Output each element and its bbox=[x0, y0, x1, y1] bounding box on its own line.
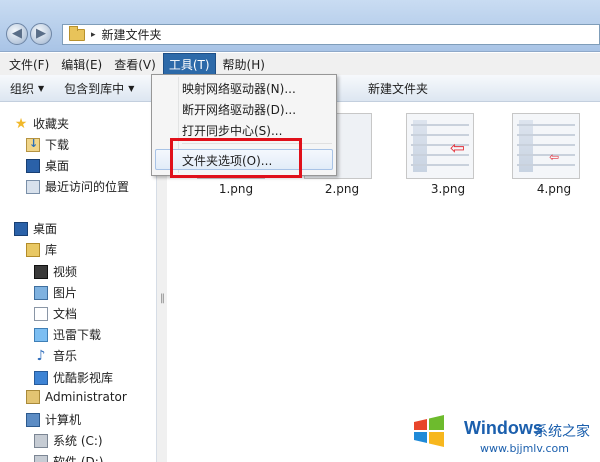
organize-button[interactable]: 组织 ▼ bbox=[0, 80, 54, 97]
new-folder-button[interactable]: 新建文件夹 bbox=[358, 80, 438, 97]
file-name-2[interactable]: 2.png bbox=[302, 182, 382, 196]
sidebar-item-desktop-fav[interactable]: 桌面 bbox=[26, 157, 69, 174]
include-library-button[interactable]: 包含到库中 ▼ bbox=[54, 80, 144, 97]
document-icon bbox=[34, 306, 48, 321]
sidebar-item-documents[interactable]: 文档 bbox=[34, 305, 77, 322]
include-library-label: 包含到库中 bbox=[64, 81, 125, 96]
thumbnail-detail bbox=[411, 164, 469, 166]
sidebar-item-label: Administrator bbox=[45, 390, 127, 404]
sidebar-item-xunlei[interactable]: 迅雷下载 bbox=[34, 326, 101, 343]
menu-item-sync-center[interactable]: 打开同步中心(S)... bbox=[182, 122, 282, 139]
download-manager-icon bbox=[34, 327, 48, 342]
sidebar-item-pictures[interactable]: 图片 bbox=[34, 284, 77, 301]
sidebar-item-label: 下载 bbox=[45, 138, 70, 152]
watermark-url: www.bjjmlv.com bbox=[480, 442, 569, 455]
forward-arrow-icon: ▶ bbox=[36, 26, 46, 41]
menu-bar: 文件(F) 编辑(E) 查看(V) 工具(T) 帮助(H) bbox=[0, 52, 600, 76]
thumbnail-detail bbox=[517, 144, 575, 146]
sidebar-item-label: 最近访问的位置 bbox=[45, 180, 130, 194]
back-arrow-icon: ◀ bbox=[12, 26, 22, 41]
drive-icon bbox=[34, 454, 48, 462]
watermark-title: Windows bbox=[464, 418, 543, 438]
thumbnail-detail bbox=[517, 154, 575, 156]
file-thumbnail-4[interactable]: ⇦ bbox=[512, 113, 580, 179]
address-bar: ◀ ▶ ▸ 新建文件夹 bbox=[0, 0, 600, 52]
splitter-grip-icon[interactable]: ‖ bbox=[160, 293, 165, 304]
chevron-down-icon: ▼ bbox=[38, 83, 45, 93]
red-arrow-icon: ⇦ bbox=[449, 138, 465, 159]
sidebar-item-label: 库 bbox=[45, 243, 58, 257]
sidebar-item-music[interactable]: ♪ 音乐 bbox=[34, 347, 77, 364]
navigation-pane: ★ 收藏夹 下载 桌面 最近访问的位置 桌面 库 视频 图片 文档 迅雷下载 ♪ 音… bbox=[0, 103, 157, 462]
menu-view[interactable]: 查看(V) bbox=[109, 54, 161, 75]
highlight-annotation-box bbox=[170, 138, 302, 178]
download-folder-icon bbox=[26, 137, 40, 152]
recent-places-icon bbox=[26, 179, 40, 194]
picture-icon bbox=[34, 285, 48, 300]
back-button[interactable]: ◀ bbox=[6, 23, 28, 45]
thumbnail-detail bbox=[517, 134, 575, 136]
sidebar-item-recent[interactable]: 最近访问的位置 bbox=[26, 178, 129, 195]
sidebar-item-label: 桌面 bbox=[45, 159, 70, 173]
video-icon bbox=[34, 264, 48, 279]
desktop-icon bbox=[14, 221, 28, 236]
star-icon: ★ bbox=[14, 115, 28, 132]
sidebar-item-label: 系统 (C:) bbox=[53, 434, 103, 448]
sidebar-item-system-c[interactable]: 系统 (C:) bbox=[34, 432, 103, 449]
desktop-icon bbox=[26, 158, 40, 173]
forward-button[interactable]: ▶ bbox=[30, 23, 52, 45]
folder-icon bbox=[69, 25, 85, 41]
sidebar-item-label: 音乐 bbox=[53, 349, 78, 363]
user-folder-icon bbox=[26, 390, 40, 404]
menu-help[interactable]: 帮助(H) bbox=[218, 54, 270, 75]
file-name-3[interactable]: 3.png bbox=[408, 182, 488, 196]
sidebar-item-label: 优酷影视库 bbox=[53, 371, 114, 385]
menu-item-map-drive[interactable]: 映射网络驱动器(N)... bbox=[182, 80, 296, 97]
music-note-icon: ♪ bbox=[36, 347, 46, 364]
red-arrow-icon: ⇦ bbox=[548, 150, 559, 164]
file-name-4[interactable]: 4.png bbox=[514, 182, 594, 196]
sidebar-item-label: 收藏夹 bbox=[33, 117, 70, 131]
sidebar-item-favorites[interactable]: ★ 收藏夹 bbox=[14, 115, 69, 132]
sidebar-item-administrator[interactable]: Administrator bbox=[26, 390, 127, 404]
drive-icon bbox=[34, 433, 48, 448]
thumbnail-detail bbox=[517, 164, 575, 166]
sidebar-item-video[interactable]: 视频 bbox=[34, 263, 77, 280]
sidebar-item-desktop[interactable]: 桌面 bbox=[14, 220, 57, 237]
sidebar-item-youku[interactable]: 优酷影视库 bbox=[34, 369, 113, 386]
menu-item-disconnect-drive[interactable]: 断开网络驱动器(D)... bbox=[182, 101, 296, 118]
sidebar-item-label: 图片 bbox=[53, 286, 78, 300]
new-folder-label: 新建文件夹 bbox=[368, 81, 429, 96]
sidebar-item-software-d[interactable]: 软件 (D:) bbox=[34, 453, 103, 462]
thumbnail-detail bbox=[411, 124, 469, 126]
sidebar-item-downloads[interactable]: 下载 bbox=[26, 136, 69, 153]
video-library-icon bbox=[34, 370, 48, 385]
breadcrumb-arrow-icon[interactable]: ▸ bbox=[91, 30, 96, 40]
breadcrumb-path[interactable]: 新建文件夹 bbox=[102, 26, 162, 43]
sidebar-item-label: 视频 bbox=[53, 265, 78, 279]
file-thumbnail-3[interactable]: ⇦ bbox=[406, 113, 474, 179]
menu-file[interactable]: 文件(F) bbox=[4, 54, 54, 75]
sidebar-item-label: 文档 bbox=[53, 307, 78, 321]
watermark-subtitle: 系统之家 bbox=[534, 424, 590, 440]
windows-logo-icon bbox=[414, 415, 444, 447]
computer-icon bbox=[26, 412, 40, 427]
address-box[interactable]: ▸ 新建文件夹 bbox=[62, 24, 600, 45]
sidebar-item-library[interactable]: 库 bbox=[26, 241, 57, 258]
menu-edit[interactable]: 编辑(E) bbox=[56, 54, 107, 75]
sidebar-item-computer[interactable]: 计算机 bbox=[26, 411, 81, 428]
thumbnail-detail bbox=[411, 134, 469, 136]
thumbnail-detail bbox=[517, 124, 575, 126]
sidebar-item-label: 迅雷下载 bbox=[53, 328, 102, 342]
sidebar-item-label: 软件 (D:) bbox=[53, 455, 104, 462]
chevron-down-icon: ▼ bbox=[128, 83, 135, 93]
sidebar-item-label: 桌面 bbox=[33, 222, 58, 236]
menu-tools[interactable]: 工具(T) bbox=[162, 52, 216, 76]
organize-label: 组织 bbox=[10, 81, 35, 96]
file-name-1[interactable]: 1.png bbox=[196, 182, 276, 196]
library-icon bbox=[26, 242, 40, 257]
sidebar-item-label: 计算机 bbox=[45, 413, 82, 427]
